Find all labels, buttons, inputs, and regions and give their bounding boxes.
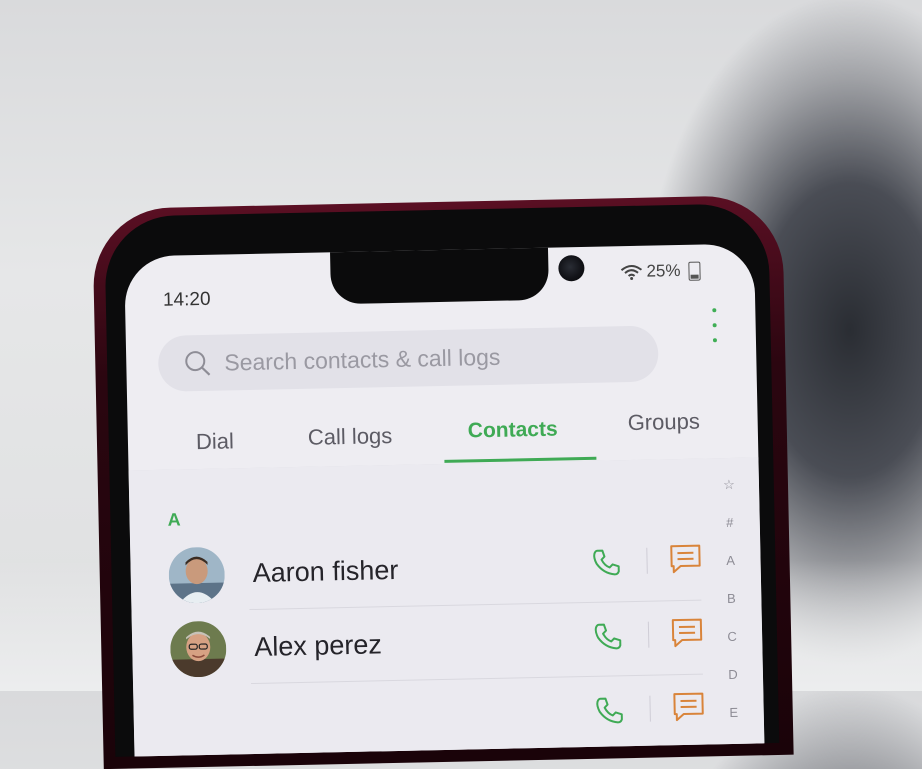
- call-icon[interactable]: [592, 620, 625, 653]
- action-divider: [648, 622, 650, 648]
- action-divider: [646, 548, 648, 574]
- contact-row[interactable]: [133, 674, 724, 756]
- status-time: 14:20: [163, 289, 211, 312]
- message-icon[interactable]: [668, 543, 703, 576]
- contacts-list: ☆ # A B C D E A Aaron fisher: [129, 457, 765, 756]
- avatar: [170, 621, 227, 678]
- message-icon[interactable]: [671, 691, 706, 724]
- index-favorites[interactable]: ☆: [723, 466, 735, 504]
- index-c[interactable]: C: [727, 618, 737, 656]
- call-icon[interactable]: [593, 694, 626, 727]
- battery-percent: 25%: [646, 261, 680, 282]
- search-placeholder: Search contacts & call logs: [224, 343, 501, 376]
- front-camera: [558, 255, 585, 282]
- index-hash[interactable]: #: [726, 504, 734, 542]
- index-d[interactable]: D: [728, 656, 738, 694]
- more-options-icon[interactable]: [711, 308, 718, 342]
- search-input[interactable]: Search contacts & call logs: [158, 325, 659, 391]
- contact-row[interactable]: Aaron fisher: [130, 526, 721, 612]
- tab-call-logs[interactable]: Call logs: [308, 423, 393, 451]
- section-header: A: [167, 509, 180, 530]
- contact-name: Aaron fisher: [252, 555, 398, 589]
- contact-name: Alex perez: [254, 629, 382, 663]
- tab-groups[interactable]: Groups: [627, 409, 700, 437]
- display-notch: [330, 244, 549, 305]
- battery-icon: [688, 261, 700, 280]
- phone-screen: 14:20 25% Search contacts & call logs Di…: [124, 243, 764, 756]
- contact-row[interactable]: Alex perez: [132, 600, 723, 686]
- tab-contacts[interactable]: Contacts: [468, 418, 558, 444]
- wifi-icon: [620, 264, 642, 280]
- call-icon[interactable]: [590, 546, 623, 579]
- action-divider: [649, 696, 651, 722]
- index-a[interactable]: A: [726, 542, 735, 580]
- status-indicators: 25%: [620, 261, 700, 283]
- index-b[interactable]: B: [727, 580, 736, 618]
- search-icon: [182, 348, 213, 379]
- avatar: [168, 547, 225, 604]
- tab-dial[interactable]: Dial: [196, 428, 234, 455]
- message-icon[interactable]: [670, 617, 705, 650]
- index-e[interactable]: E: [729, 694, 738, 732]
